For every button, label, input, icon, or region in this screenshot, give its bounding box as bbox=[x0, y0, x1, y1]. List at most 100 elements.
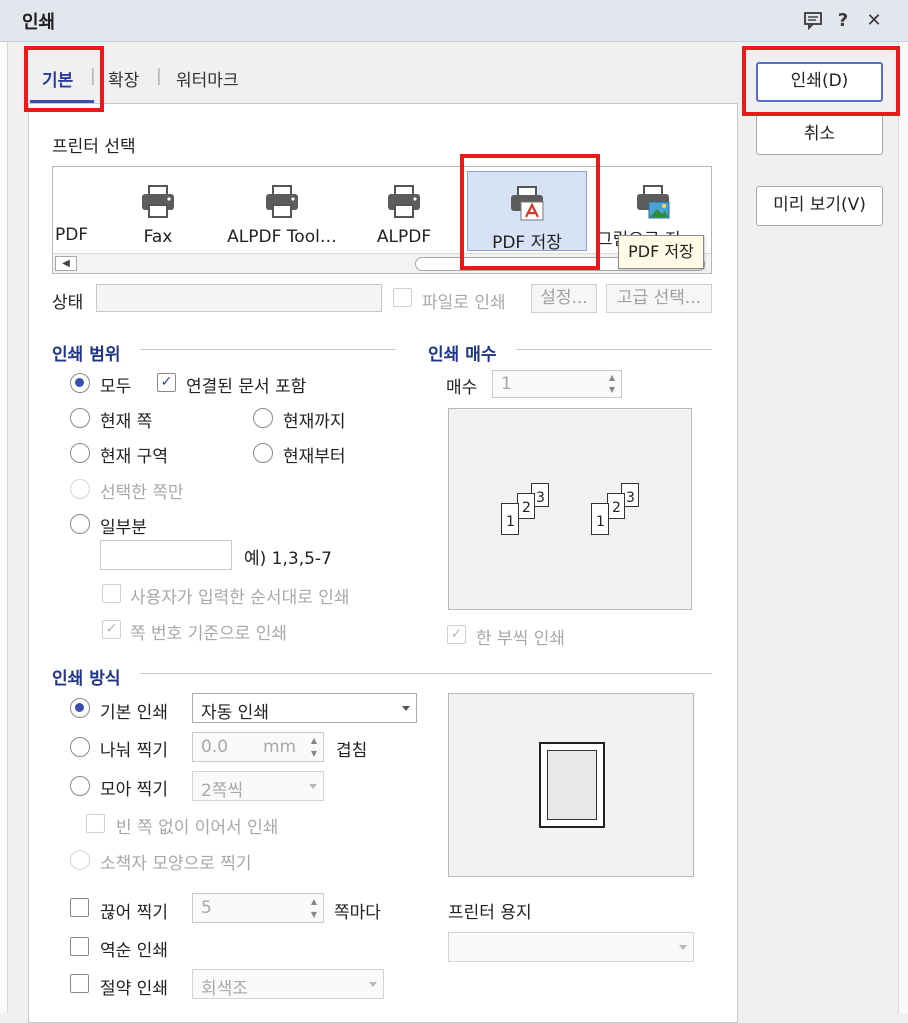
range-from-current-radio[interactable] bbox=[253, 443, 273, 463]
copies-label: 매수 bbox=[446, 378, 478, 398]
cut-print-checkbox[interactable] bbox=[70, 898, 89, 917]
page-number-basis-checkbox[interactable]: ✓ bbox=[102, 620, 121, 639]
partial-range-example: 예) 1,3,5-7 bbox=[244, 549, 332, 569]
gather-select[interactable]: 2쪽씩 bbox=[192, 771, 324, 801]
preview-page: 2 bbox=[607, 493, 625, 519]
booklet-radio[interactable] bbox=[70, 850, 90, 870]
range-selected-only-radio[interactable] bbox=[70, 479, 90, 499]
print-method-title: 인쇄 방식 bbox=[52, 669, 121, 689]
range-up-to-current-label: 현재까지 bbox=[283, 412, 346, 432]
printer-item[interactable]: ALPDF bbox=[366, 167, 442, 253]
printer-item[interactable]: ALPDF Tool… bbox=[223, 167, 341, 253]
user-order-label: 사용자가 입력한 순서대로 인쇄 bbox=[130, 588, 350, 608]
settings-button[interactable]: 설정... bbox=[531, 284, 597, 313]
title-bar bbox=[0, 0, 908, 42]
range-all-radio[interactable] bbox=[70, 373, 90, 393]
preview-page bbox=[539, 742, 605, 828]
economy-select[interactable]: 회색조 bbox=[192, 969, 384, 999]
background-document-strip bbox=[898, 42, 908, 1013]
image-printer-icon bbox=[637, 185, 670, 219]
split-value: 0.0 bbox=[201, 737, 229, 757]
spin-down-icon[interactable]: ▼ bbox=[307, 748, 321, 760]
printer-icon bbox=[388, 185, 420, 218]
divider bbox=[140, 349, 396, 350]
cancel-button[interactable]: 취소 bbox=[756, 115, 883, 155]
range-current-section-radio[interactable] bbox=[70, 443, 90, 463]
preview-page-content bbox=[547, 750, 597, 820]
preview-button[interactable]: 미리 보기(V) bbox=[756, 186, 883, 226]
range-up-to-current-radio[interactable] bbox=[253, 408, 273, 428]
scroll-left-icon[interactable]: ◀ bbox=[55, 256, 77, 271]
cut-value: 5 bbox=[201, 898, 212, 918]
no-blank-checkbox[interactable] bbox=[86, 814, 105, 833]
cut-print-label: 끊어 찍기 bbox=[100, 903, 168, 923]
printer-label: Fax bbox=[143, 227, 173, 247]
print-to-file-checkbox[interactable] bbox=[393, 288, 412, 307]
range-partial-label: 일부분 bbox=[100, 518, 147, 538]
basic-print-value: 자동 인쇄 bbox=[201, 703, 269, 723]
no-blank-label: 빈 쪽 없이 이어서 인쇄 bbox=[116, 818, 279, 838]
range-current-page-label: 현재 쪽 bbox=[100, 412, 153, 432]
tab-watermark[interactable]: 워터마크 bbox=[176, 66, 239, 91]
partial-range-input[interactable] bbox=[100, 540, 232, 570]
copies-preview: 3 2 1 3 2 1 bbox=[448, 408, 692, 610]
gather-print-radio[interactable] bbox=[70, 776, 90, 796]
spin-down-icon[interactable]: ▼ bbox=[307, 909, 321, 921]
tab-extended[interactable]: 확장 bbox=[108, 66, 139, 91]
chevron-down-icon bbox=[679, 945, 687, 950]
spin-up-icon[interactable]: ▲ bbox=[307, 896, 321, 908]
advanced-button[interactable]: 고급 선택... bbox=[606, 284, 712, 313]
print-method-preview bbox=[448, 693, 694, 877]
basic-print-select[interactable]: 자동 인쇄 bbox=[192, 693, 417, 723]
printer-label: PDF bbox=[55, 225, 89, 245]
printer-list-scrollbar[interactable]: ◀ bbox=[53, 253, 711, 273]
economy-value: 회색조 bbox=[201, 979, 248, 999]
printer-item[interactable]: Fax bbox=[123, 167, 193, 253]
help-icon[interactable]: ? bbox=[832, 10, 854, 32]
close-icon[interactable]: ✕ bbox=[863, 10, 885, 32]
include-linked-label: 연결된 문서 포함 bbox=[186, 377, 307, 397]
spin-down-icon[interactable]: ▼ bbox=[605, 384, 619, 396]
range-selected-only-label: 선택한 쪽만 bbox=[100, 483, 184, 503]
copies-title: 인쇄 매수 bbox=[428, 345, 497, 365]
background-document-strip bbox=[0, 42, 8, 1013]
chevron-down-icon bbox=[309, 784, 317, 789]
preview-page: 1 bbox=[501, 503, 519, 535]
printer-select-title: 프린터 선택 bbox=[52, 137, 136, 157]
basic-print-radio[interactable] bbox=[70, 698, 90, 718]
overlap-label: 겹침 bbox=[336, 741, 368, 761]
highlight-box-print-button bbox=[742, 46, 900, 116]
chevron-down-icon bbox=[402, 706, 410, 711]
printer-paper-select[interactable] bbox=[448, 932, 694, 962]
printer-tooltip: PDF 저장 bbox=[618, 235, 704, 269]
printer-list[interactable]: PDF Fax ALPDF Tool… ALPDF PDF 저장 그림으로 저…… bbox=[52, 166, 712, 274]
split-print-radio[interactable] bbox=[70, 737, 90, 757]
range-partial-radio[interactable] bbox=[70, 514, 90, 534]
reverse-print-label: 역순 인쇄 bbox=[100, 941, 168, 961]
printer-item[interactable]: PDF bbox=[53, 167, 113, 253]
comment-icon[interactable] bbox=[802, 10, 824, 32]
range-current-section-label: 현재 구역 bbox=[100, 447, 168, 467]
split-unit: mm bbox=[263, 737, 297, 757]
tab-separator: | bbox=[156, 66, 162, 86]
range-from-current-label: 현재부터 bbox=[283, 447, 346, 467]
economy-print-checkbox[interactable] bbox=[70, 974, 89, 993]
printer-paper-label: 프린터 용지 bbox=[448, 903, 532, 923]
include-linked-checkbox[interactable]: ✓ bbox=[157, 373, 176, 392]
divider bbox=[516, 349, 712, 350]
spin-up-icon[interactable]: ▲ bbox=[307, 735, 321, 747]
cut-stepper[interactable]: 5 ▲ ▼ bbox=[192, 893, 324, 923]
spin-up-icon[interactable]: ▲ bbox=[605, 372, 619, 384]
copies-stepper[interactable]: 1 ▲ ▼ bbox=[492, 370, 622, 398]
highlight-box-printer bbox=[460, 154, 600, 270]
printer-label: ALPDF Tool… bbox=[227, 227, 337, 247]
reverse-print-checkbox[interactable] bbox=[70, 937, 89, 956]
user-order-checkbox[interactable] bbox=[102, 584, 121, 603]
gather-print-label: 모아 찍기 bbox=[100, 780, 168, 800]
range-current-page-radio[interactable] bbox=[70, 408, 90, 428]
preview-page: 2 bbox=[517, 493, 535, 519]
split-stepper[interactable]: 0.0 mm ▲ ▼ bbox=[192, 732, 324, 762]
collate-checkbox[interactable]: ✓ bbox=[447, 625, 466, 644]
status-field bbox=[96, 284, 382, 312]
page-number-basis-label: 쪽 번호 기준으로 인쇄 bbox=[130, 624, 287, 644]
